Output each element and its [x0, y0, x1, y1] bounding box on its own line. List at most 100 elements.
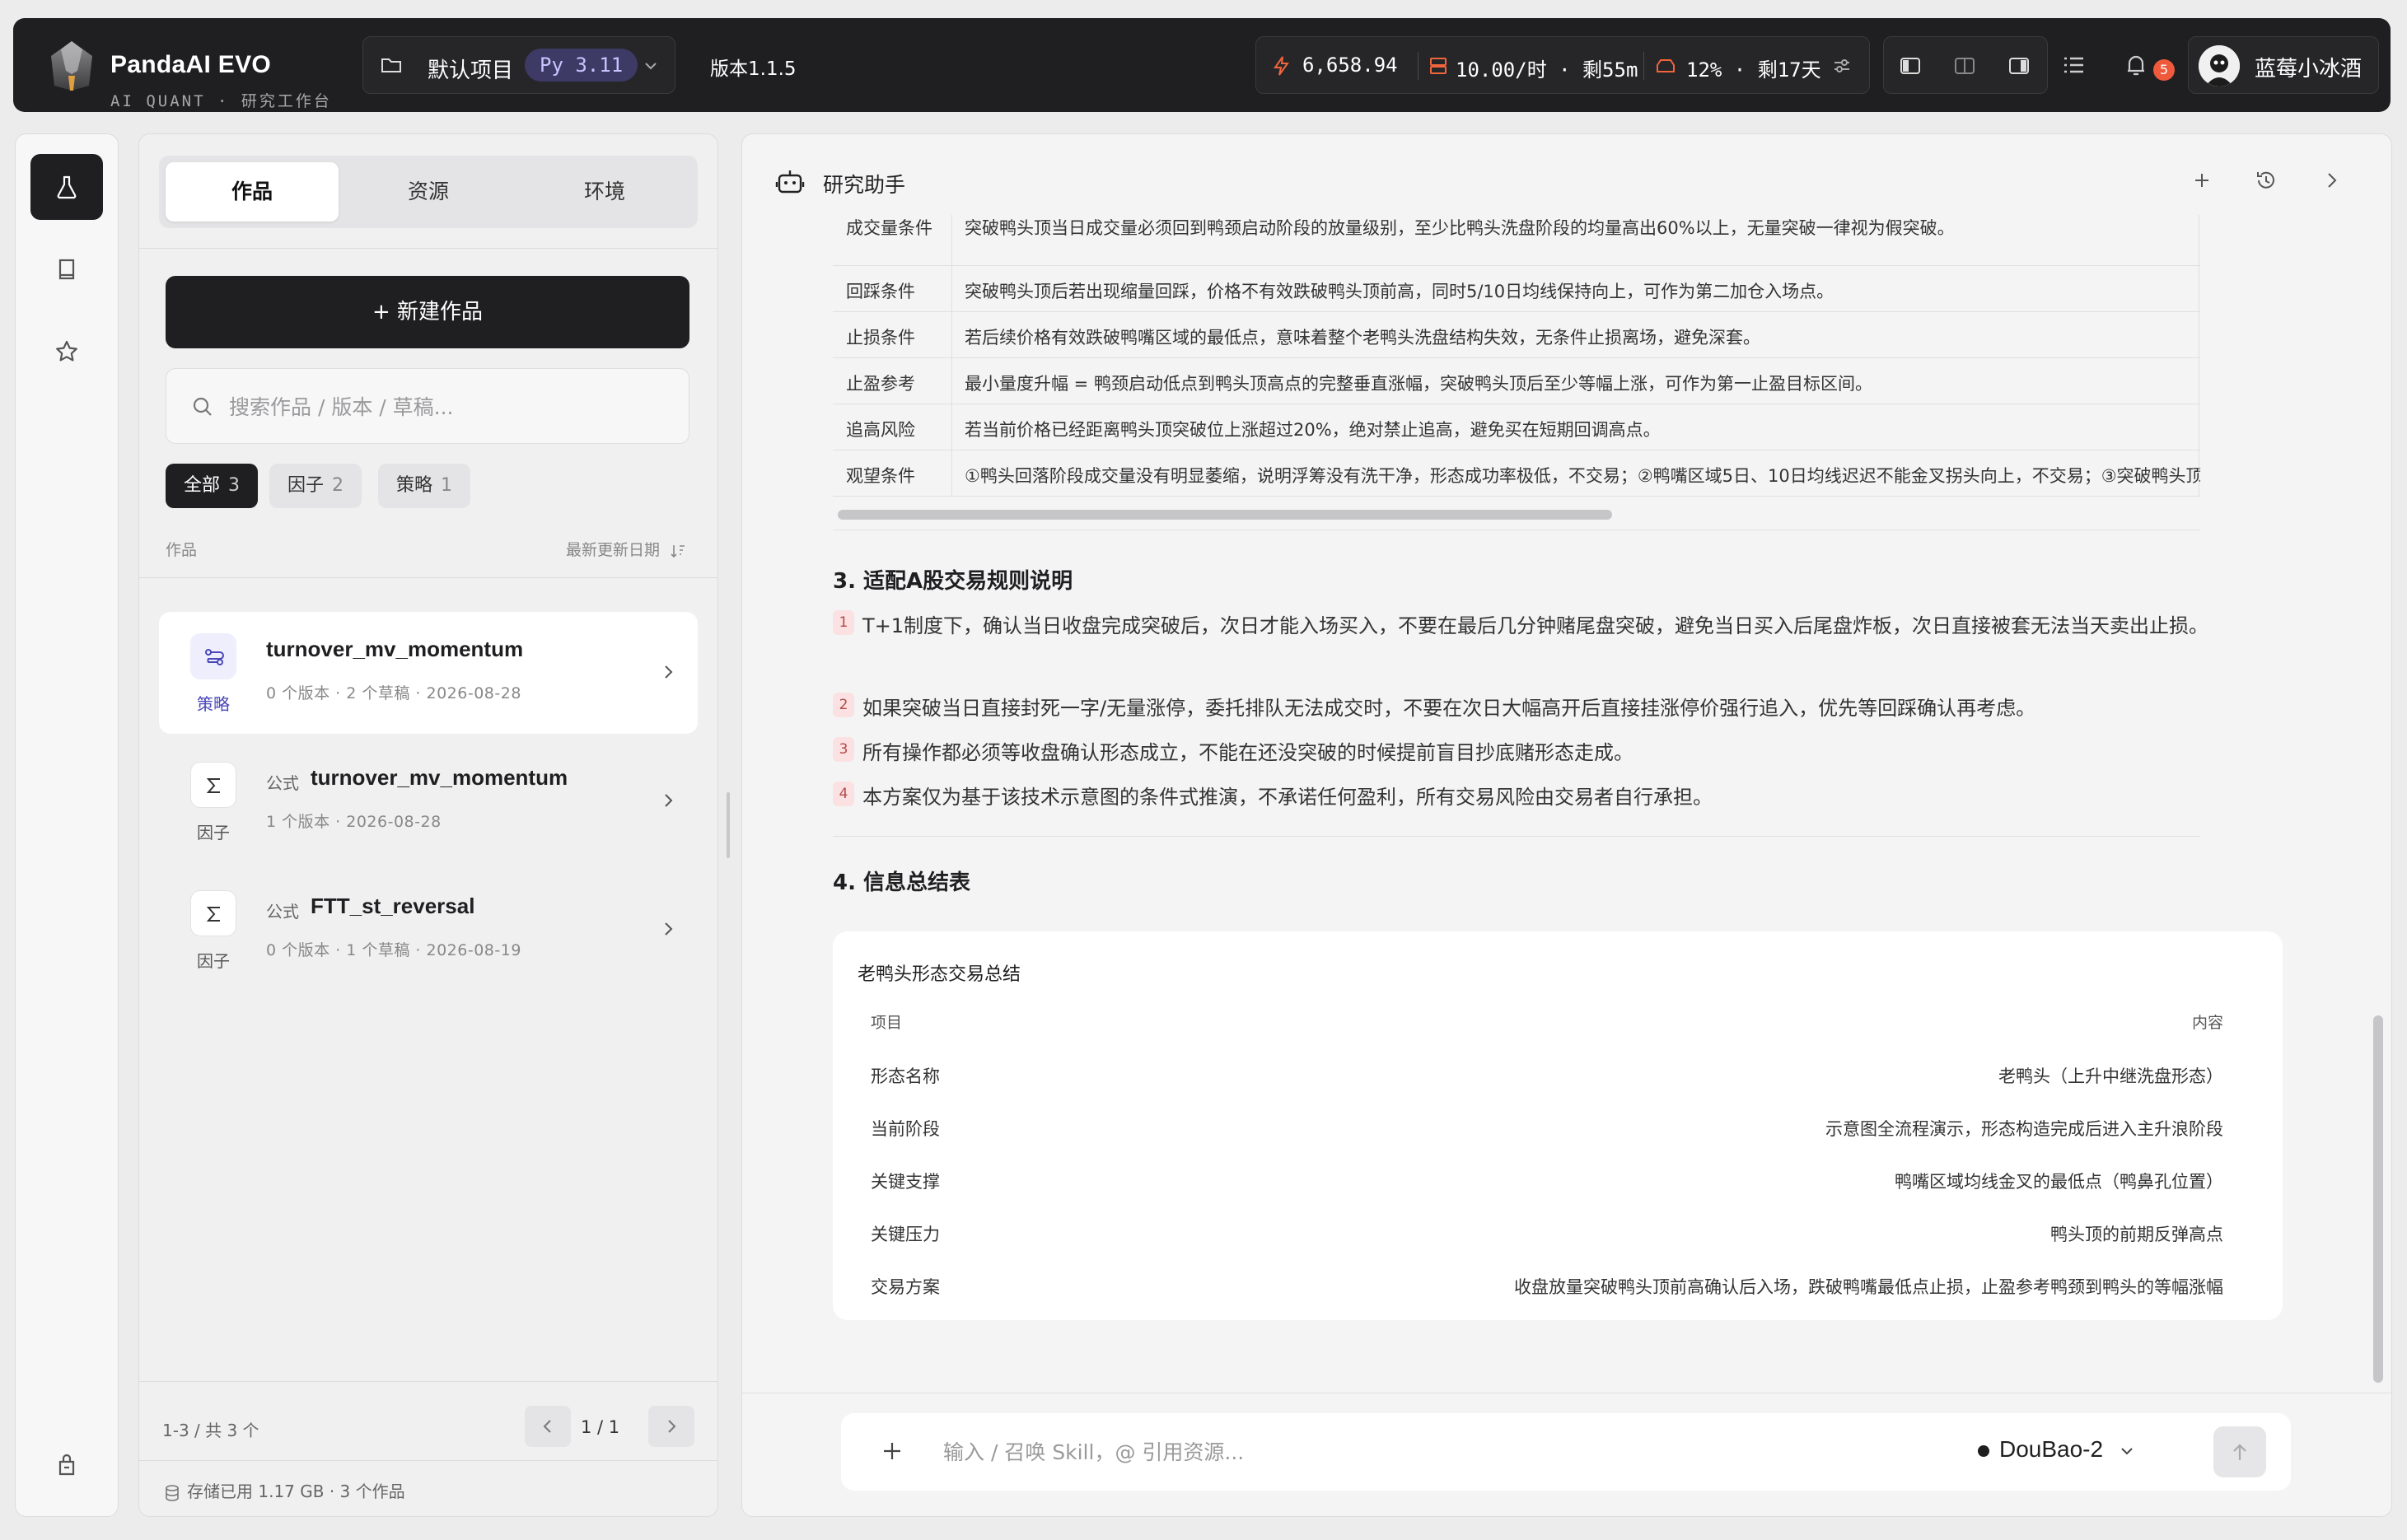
chat-input[interactable] — [943, 1433, 1932, 1471]
rule-key: 止损条件 — [846, 328, 915, 348]
search-input[interactable] — [229, 387, 674, 427]
history-icon[interactable] — [2253, 167, 2279, 194]
sort-label: 最新更新日期 — [566, 541, 661, 559]
robot-icon — [775, 170, 805, 194]
layout-left-icon[interactable] — [1899, 55, 1922, 77]
factor-type-box — [190, 890, 236, 936]
divider — [833, 836, 2200, 837]
model-name: DouBao-2 — [1999, 1436, 2104, 1462]
sort-icon — [671, 544, 685, 558]
attach-plus-icon[interactable] — [879, 1438, 905, 1464]
metric-divider — [1643, 52, 1644, 80]
filter-label: 策略 — [396, 475, 433, 496]
summary-key: 形态名称 — [871, 1066, 940, 1086]
item-title: turnover_mv_momentum — [266, 637, 524, 661]
plus-icon[interactable] — [2189, 167, 2215, 194]
step-text: 本方案仅为基于该技术示意图的条件式推演，不承诺任何盈利，所有交易风险由交易者自行… — [862, 786, 1713, 809]
new-work-button[interactable]: + 新建作品 — [166, 276, 689, 348]
bag-icon — [58, 1454, 75, 1476]
chevron-right-icon — [665, 794, 673, 807]
item-type: 策略 — [197, 694, 230, 714]
summary-key: 交易方案 — [871, 1277, 940, 1297]
database-icon — [166, 1484, 179, 1501]
send-arrow-icon — [2233, 1444, 2246, 1460]
usage-metrics[interactable]: 6,658.94 10.00/时 · 剩55m 12% · 剩17天 — [1255, 36, 1870, 94]
filter-factor[interactable]: 因子 2 — [269, 464, 362, 508]
table-row: 当前阶段 示意图全流程演示，形态构造完成后进入主升浪阶段 — [833, 1099, 2283, 1152]
model-status-dot — [1978, 1444, 1989, 1457]
avatar — [2199, 45, 2240, 86]
sliders-icon[interactable] — [1831, 55, 1853, 77]
sigma-icon — [206, 778, 220, 793]
nav-lab[interactable] — [30, 154, 103, 220]
rule-key: 观望条件 — [846, 466, 915, 486]
filter-all[interactable]: 全部 3 — [166, 464, 259, 508]
item-prefix: 公式 — [266, 773, 299, 793]
send-button[interactable] — [2213, 1426, 2266, 1477]
layout-toggle-group — [1883, 36, 2048, 94]
panel-resize-handle[interactable] — [727, 792, 730, 858]
bell-icon[interactable] — [2122, 51, 2150, 79]
project-selector[interactable]: 默认项目 Py 3.11 — [362, 36, 675, 94]
user-menu[interactable]: 蓝莓小冰酒 — [2188, 36, 2379, 94]
list-item: 1 T+1制度下，确认当日收盘完成突破后，次日才能入场买入，不要在最后几分钟赌尾… — [833, 607, 2217, 686]
layout-right-icon[interactable] — [2007, 55, 2031, 77]
list-item[interactable]: 策略 turnover_mv_momentum 0 个版本 · 2 个草稿 · … — [159, 612, 698, 734]
rule-value: ①鸭头回落阶段成交量没有明显萎缩，说明浮筹没有洗干净，形态成功率极低，不交易；②… — [965, 466, 2200, 486]
app-window: PandaAI EVO AI QUANT · 研究工作台 默认项目 Py 3.1… — [0, 0, 2407, 1540]
tab-resources[interactable]: 资源 — [342, 162, 515, 222]
step-text: 所有操作都必须等收盘确认形态成立，不能在还没突破的时候提前盲目抄底赌形态走成。 — [862, 741, 1633, 764]
divider — [139, 577, 717, 578]
list-item[interactable]: 因子 公式 FTT_st_reversal 0 个版本 · 1 个草稿 · 20… — [159, 869, 698, 991]
app-subtitle: AI QUANT · 研究工作台 — [110, 92, 332, 110]
user-name: 蓝莓小冰酒 — [2255, 57, 2363, 82]
summary-key: 当前阶段 — [871, 1119, 940, 1139]
tab-works[interactable]: 作品 — [166, 162, 339, 222]
table-row: 关键支撑 鸭嘴区域均线金叉的最低点（鸭鼻孔位置） — [833, 1152, 2283, 1205]
list-item[interactable]: 因子 公式 turnover_mv_momentum 1 个版本 · 2026-… — [159, 740, 698, 862]
nav-docs[interactable] — [30, 236, 103, 302]
quota-usage: 12% · 剩17天 — [1686, 58, 1821, 82]
server-icon — [1430, 58, 1447, 74]
step-number: 3 — [833, 737, 854, 762]
divider — [139, 1460, 717, 1461]
strategy-type-box — [190, 633, 236, 679]
task-list-icon[interactable] — [2059, 51, 2087, 79]
horizontal-scrollbar[interactable] — [838, 510, 1612, 520]
model-selector[interactable]: DouBao-2 — [1978, 1436, 2136, 1463]
storage-icon — [1657, 59, 1675, 72]
tab-environment[interactable]: 环境 — [518, 162, 691, 222]
table-row: 回踩条件 突破鸭头顶后若出现缩量回踩，价格不有效跌破鸭头顶前高，同时5/10日均… — [833, 266, 2200, 312]
notification-badge: 5 — [2153, 59, 2175, 81]
divider — [139, 1381, 717, 1382]
rule-value: 最小量度升幅 = 鸭颈启动低点到鸭头顶高点的完整垂直涨幅，突破鸭头顶后至少等幅上… — [965, 374, 1872, 394]
divider — [139, 248, 717, 249]
prev-page-button[interactable] — [525, 1406, 571, 1447]
list-item: 3 所有操作都必须等收盘确认形态成立，不能在还没突破的时候提前盲目抄底赌形态走成… — [833, 734, 2217, 773]
item-prefix: 公式 — [266, 902, 299, 922]
layout-split-icon[interactable] — [1953, 55, 1976, 77]
chevron-right-icon — [668, 1420, 676, 1433]
book-icon — [58, 259, 75, 280]
chevron-right-icon — [665, 922, 673, 936]
column-header: 项目 — [871, 1014, 903, 1032]
research-assistant-panel: 研究助手 成交量条件 突破鸭头顶当日成交量必须回到鸭颈启动阶段的放量级别，至少比… — [741, 133, 2392, 1517]
section-title: 4. 信息总结表 — [833, 870, 971, 895]
nav-favorites[interactable] — [30, 319, 103, 385]
filter-count: 3 — [228, 475, 241, 496]
column-header: 内容 — [2191, 1014, 2223, 1032]
search-icon — [193, 397, 212, 416]
next-page-button[interactable] — [648, 1406, 694, 1447]
vertical-scrollbar[interactable] — [2373, 1015, 2383, 1383]
rule-key: 追高风险 — [846, 420, 915, 440]
nav-bag[interactable] — [30, 1432, 103, 1498]
storage-text: 存储已用 1.17 GB · 3 个作品 — [187, 1482, 405, 1501]
sort-by-date[interactable]: 最新更新日期 — [566, 538, 686, 560]
chevron-right-icon[interactable] — [2319, 167, 2345, 194]
app-version: 版本1.1.5 — [710, 58, 797, 80]
item-type: 因子 — [197, 823, 230, 842]
filter-strategy[interactable]: 策略 1 — [378, 464, 471, 508]
panda-logo-icon[interactable] — [35, 38, 109, 92]
filter-count: 2 — [332, 475, 344, 496]
table-row: 止损条件 若后续价格有效跌破鸭嘴区域的最低点，意味着整个老鸭头洗盘结构失效，无条… — [833, 312, 2200, 358]
